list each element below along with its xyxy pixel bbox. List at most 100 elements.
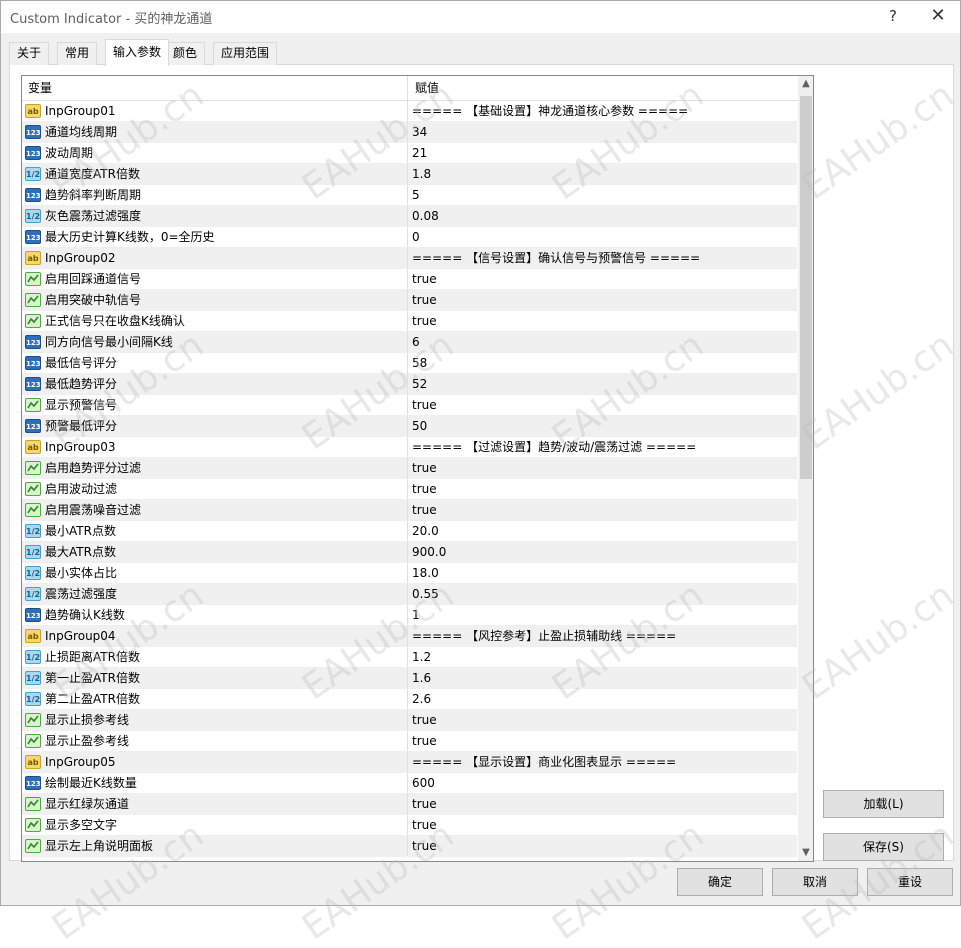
value-cell[interactable]: 20.0	[412, 521, 797, 541]
cancel-button[interactable]: 取消	[772, 868, 858, 896]
value-cell[interactable]: 0.08	[412, 206, 797, 226]
variable-name: 同方向信号最小间隔K线	[45, 335, 173, 349]
value-cell[interactable]: 1	[412, 605, 797, 625]
parameters-grid[interactable]: 变量 赋值 ab InpGroup01 ===== 【基础设置】神龙通道核心参数 =…	[21, 75, 814, 862]
table-row[interactable]: 1/2 灰色震荡过滤强度 0.08	[22, 206, 797, 227]
table-row[interactable]: 启用波动过滤 true	[22, 479, 797, 500]
tab-visualization[interactable]: 应用范围	[213, 42, 278, 65]
value-cell[interactable]: 58	[412, 353, 797, 373]
int-type-icon: 123	[25, 146, 41, 160]
reset-button[interactable]: 重设	[867, 868, 953, 896]
value-cell[interactable]: 1.6	[412, 668, 797, 688]
table-row[interactable]: ab InpGroup04 ===== 【风控参考】止盈止损辅助线 =====	[22, 626, 797, 647]
tab-common[interactable]: 常用	[57, 42, 98, 65]
table-row[interactable]: 启用趋势评分过滤 true	[22, 458, 797, 479]
table-row[interactable]: 启用突破中轨信号 true	[22, 290, 797, 311]
vertical-scrollbar[interactable]: ▲ ▼	[798, 76, 813, 861]
value-cell[interactable]: 52	[412, 374, 797, 394]
value-cell[interactable]: ===== 【信号设置】确认信号与预警信号 =====	[412, 248, 797, 268]
table-row[interactable]: 1/2 震荡过滤强度 0.55	[22, 584, 797, 605]
table-row[interactable]: 1/2 第二止盈ATR倍数 2.6	[22, 689, 797, 710]
table-row[interactable]: 123 最低趋势评分 52	[22, 374, 797, 395]
table-row[interactable]: 123 最大历史计算K线数，0=全历史 0	[22, 227, 797, 248]
value-cell[interactable]: 900.0	[412, 542, 797, 562]
column-header-value[interactable]: 赋值	[409, 76, 797, 101]
table-row[interactable]: 1/2 通道宽度ATR倍数 1.8	[22, 164, 797, 185]
table-row[interactable]: 1/2 止损距离ATR倍数 1.2	[22, 647, 797, 668]
value-cell[interactable]: true	[412, 458, 797, 478]
value-cell[interactable]: true	[412, 836, 797, 856]
value-cell[interactable]: true	[412, 500, 797, 520]
table-row[interactable]: 1/2 最小ATR点数 20.0	[22, 521, 797, 542]
scroll-up-icon[interactable]: ▲	[798, 76, 813, 92]
value-cell[interactable]: true	[412, 815, 797, 835]
variable-name: 趋势斜率判断周期	[45, 188, 142, 202]
table-row[interactable]: 正式信号只在收盘K线确认 true	[22, 311, 797, 332]
value-cell[interactable]: 5	[412, 185, 797, 205]
value-cell[interactable]: true	[412, 395, 797, 415]
table-row[interactable]: ab InpGroup01 ===== 【基础设置】神龙通道核心参数 =====	[22, 101, 797, 122]
scroll-down-icon[interactable]: ▼	[798, 845, 813, 861]
table-row[interactable]: ab InpGroup03 ===== 【过滤设置】趋势/波动/震荡过滤 =====	[22, 437, 797, 458]
value-cell[interactable]: 1.8	[412, 164, 797, 184]
variable-cell: 显示多空文字	[22, 815, 408, 835]
value-cell[interactable]: 21	[412, 143, 797, 163]
table-row[interactable]: 123 同方向信号最小间隔K线 6	[22, 332, 797, 353]
value-cell[interactable]: 0.55	[412, 584, 797, 604]
scroll-thumb[interactable]	[800, 96, 812, 479]
value-cell[interactable]: true	[412, 311, 797, 331]
table-row[interactable]: 1/2 最大ATR点数 900.0	[22, 542, 797, 563]
value-cell[interactable]: 6	[412, 332, 797, 352]
table-row[interactable]: 启用回踩通道信号 true	[22, 269, 797, 290]
table-row[interactable]: 显示左上角说明面板 true	[22, 836, 797, 857]
column-header-variable[interactable]: 变量	[22, 76, 408, 101]
bool-type-icon	[25, 503, 41, 517]
table-row[interactable]: 123 趋势确认K线数 1	[22, 605, 797, 626]
save-button[interactable]: 保存(S)	[823, 833, 944, 861]
value-cell[interactable]: true	[412, 710, 797, 730]
value-cell[interactable]: 18.0	[412, 563, 797, 583]
value-cell[interactable]: ===== 【基础设置】神龙通道核心参数 =====	[412, 101, 797, 121]
close-button[interactable]: ✕	[923, 5, 953, 29]
value-cell[interactable]: 600	[412, 773, 797, 793]
ok-button[interactable]: 确定	[677, 868, 763, 896]
variable-name: 趋势确认K线数	[45, 608, 125, 622]
table-row[interactable]: 1/2 最小实体占比 18.0	[22, 563, 797, 584]
table-row[interactable]: ab InpGroup02 ===== 【信号设置】确认信号与预警信号 =====	[22, 248, 797, 269]
tab-about[interactable]: 关于	[9, 42, 50, 65]
value-cell[interactable]: 1.2	[412, 647, 797, 667]
table-row[interactable]: 显示止盈参考线 true	[22, 731, 797, 752]
table-row[interactable]: 123 通道均线周期 34	[22, 122, 797, 143]
table-row[interactable]: ab InpGroup05 ===== 【显示设置】商业化图表显示 =====	[22, 752, 797, 773]
table-row[interactable]: 显示预警信号 true	[22, 395, 797, 416]
double-type-icon: 1/2	[25, 566, 41, 580]
table-row[interactable]: 123 最低信号评分 58	[22, 353, 797, 374]
value-cell[interactable]: true	[412, 794, 797, 814]
tab-inputs[interactable]: 输入参数	[105, 39, 170, 66]
table-row[interactable]: 123 趋势斜率判断周期 5	[22, 185, 797, 206]
table-row[interactable]: 123 绘制最近K线数量 600	[22, 773, 797, 794]
table-row[interactable]: 1/2 第一止盈ATR倍数 1.6	[22, 668, 797, 689]
value-cell[interactable]: 2.6	[412, 689, 797, 709]
help-button[interactable]: ?	[878, 5, 908, 29]
table-row[interactable]: 启用震荡噪音过滤 true	[22, 500, 797, 521]
value-cell[interactable]: ===== 【过滤设置】趋势/波动/震荡过滤 =====	[412, 437, 797, 457]
value-cell[interactable]: ===== 【显示设置】商业化图表显示 =====	[412, 752, 797, 772]
value-cell[interactable]: 0	[412, 227, 797, 247]
table-row[interactable]: 显示多空文字 true	[22, 815, 797, 836]
value-cell[interactable]: ===== 【风控参考】止盈止损辅助线 =====	[412, 626, 797, 646]
variable-cell: ab InpGroup01	[22, 101, 408, 121]
value-cell[interactable]: true	[412, 290, 797, 310]
value-cell[interactable]: true	[412, 269, 797, 289]
value-cell[interactable]: 34	[412, 122, 797, 142]
table-row[interactable]: 显示红绿灰通道 true	[22, 794, 797, 815]
table-row[interactable]: 123 预警最低评分 50	[22, 416, 797, 437]
tab-colors[interactable]: 颜色	[165, 42, 206, 65]
load-button[interactable]: 加载(L)	[823, 790, 944, 818]
variable-cell: 1/2 最小ATR点数	[22, 521, 408, 541]
table-row[interactable]: 显示止损参考线 true	[22, 710, 797, 731]
table-row[interactable]: 123 波动周期 21	[22, 143, 797, 164]
value-cell[interactable]: 50	[412, 416, 797, 436]
value-cell[interactable]: true	[412, 479, 797, 499]
value-cell[interactable]: true	[412, 731, 797, 751]
